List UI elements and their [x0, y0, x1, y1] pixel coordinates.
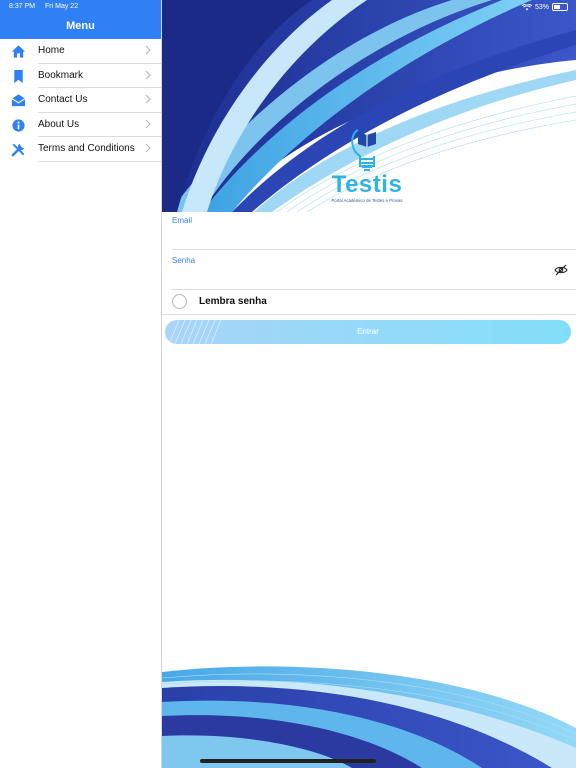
sidebar-title: Menu [66, 20, 95, 32]
sidebar-item-contact-us[interactable]: Contact Us [0, 88, 161, 113]
testis-logo: Testis Portal Académico de Testes e Prov… [324, 128, 410, 208]
envelope-icon [11, 94, 26, 107]
chevron-right-icon [145, 70, 151, 80]
password-field[interactable] [172, 266, 546, 288]
logo-text: Testis [331, 171, 403, 198]
sidebar-menu: Menu Home Bookmark Contact Us About Us T… [0, 0, 162, 768]
info-icon [12, 119, 25, 132]
email-label: Email [172, 216, 193, 225]
chevron-right-icon [145, 45, 151, 55]
chevron-right-icon [145, 94, 151, 104]
sidebar-item-about-us[interactable]: About Us [0, 113, 161, 138]
wifi-icon [521, 3, 532, 10]
logo-tagline: Portal Académico de Testes e Provas [331, 198, 403, 203]
sidebar-item-label: About Us [38, 118, 80, 130]
home-indicator [200, 759, 376, 763]
password-label: Senha [172, 256, 196, 265]
sidebar-item-terms-and-conditions[interactable]: Terms and Conditions [0, 137, 161, 162]
battery-percent: 53% [534, 3, 549, 11]
status-date: Fri May 22 [45, 3, 79, 10]
status-right: 53% [521, 3, 568, 11]
sidebar-item-label: Terms and Conditions [38, 143, 135, 155]
button-stripes [168, 320, 222, 344]
sidebar-item-label: Bookmark [38, 69, 84, 81]
sidebar-item-bookmark[interactable]: Bookmark [0, 64, 161, 89]
enter-button[interactable]: Entrar [165, 320, 571, 344]
eye-slash-icon[interactable] [554, 264, 568, 276]
tools-icon [11, 144, 25, 157]
enter-button-label: Entrar [357, 327, 379, 336]
battery-icon [552, 3, 568, 11]
chevron-right-icon [145, 119, 151, 129]
battery-fill [554, 5, 561, 9]
remember-divider [162, 314, 576, 315]
status-left: 8:37 PM Fri May 22 [9, 3, 86, 10]
password-underline [172, 289, 576, 290]
bookmark-icon [14, 69, 23, 83]
chevron-right-icon [145, 143, 151, 153]
email-underline [172, 249, 576, 250]
sidebar-item-home[interactable]: Home [0, 39, 161, 64]
sidebar-item-label: Home [38, 45, 65, 56]
status-bar: 8:37 PM Fri May 22 53% [0, 0, 576, 14]
sidebar-item-label: Contact Us [38, 94, 88, 106]
status-time: 8:37 PM [9, 3, 36, 10]
remember-label: Lembra senha [199, 296, 267, 307]
login-screen: Testis Portal Académico de Testes e Prov… [162, 0, 576, 768]
decorative-wave-bottom [162, 658, 576, 768]
bulb-book-icon [351, 129, 376, 171]
email-field[interactable] [172, 226, 576, 248]
home-icon [11, 45, 26, 58]
divider [38, 160, 161, 162]
remember-radio[interactable] [172, 294, 187, 309]
